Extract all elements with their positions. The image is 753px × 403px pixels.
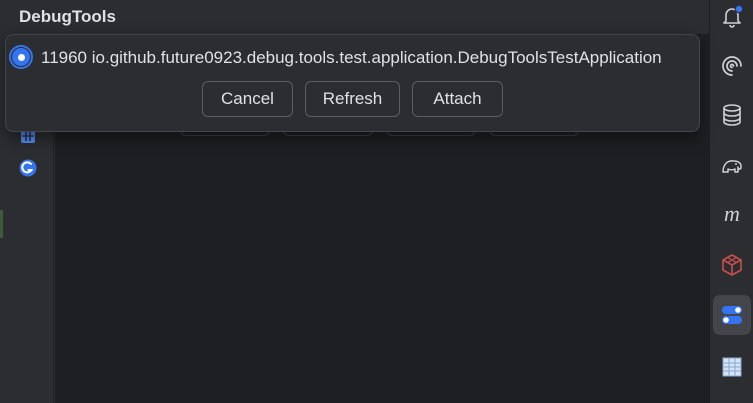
right-toolbar: m xyxy=(709,0,753,403)
debugtools-logo-icon[interactable] xyxy=(18,158,38,178)
process-list-item[interactable]: 11960 io.github.future0923.debug.tools.t… xyxy=(6,41,699,73)
radio-dot xyxy=(17,53,25,61)
spreadsheet-icon[interactable] xyxy=(720,355,744,379)
ide-window: DebugTools m 11960 io.github.future0923.… xyxy=(0,0,753,403)
process-label: 11960 io.github.future0923.debug.tools.t… xyxy=(41,48,662,67)
cube-icon[interactable] xyxy=(720,253,744,277)
tool-window-title: DebugTools xyxy=(19,7,116,26)
gradle-elephant-icon[interactable] xyxy=(720,154,744,178)
radio-ring xyxy=(12,48,30,66)
database-icon[interactable] xyxy=(720,103,744,127)
attach-button[interactable]: Attach xyxy=(412,81,503,117)
cancel-button[interactable]: Cancel xyxy=(202,81,293,117)
attach-process-popup: 11960 io.github.future0923.debug.tools.t… xyxy=(5,34,700,132)
svg-text:m: m xyxy=(724,202,740,226)
process-radio-button[interactable] xyxy=(9,45,33,69)
tool-window-header: DebugTools xyxy=(0,0,709,34)
notifications-icon[interactable] xyxy=(720,4,744,28)
gutter-marker xyxy=(0,210,3,238)
ai-assistant-icon[interactable] xyxy=(720,54,744,78)
refresh-button[interactable]: Refresh xyxy=(305,81,400,117)
debugtools-toggle-icon[interactable] xyxy=(720,303,744,327)
maven-icon[interactable]: m xyxy=(720,201,744,226)
